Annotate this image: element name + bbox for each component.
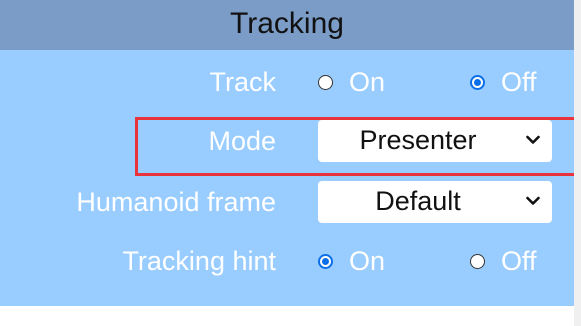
humanoid-frame-select[interactable]: Default bbox=[318, 181, 552, 223]
track-on-radio[interactable]: On bbox=[318, 67, 385, 98]
radio-checked-icon bbox=[318, 254, 333, 269]
radio-checked-icon bbox=[470, 75, 485, 90]
radio-unchecked-icon bbox=[318, 75, 333, 90]
track-on-label: On bbox=[349, 67, 386, 97]
track-off-radio[interactable]: Off bbox=[470, 67, 537, 98]
tracking-hint-label: Tracking hint bbox=[122, 246, 276, 276]
humanoid-frame-select-value: Default bbox=[375, 186, 461, 216]
bottom-strip bbox=[0, 306, 574, 326]
scrollbar[interactable] bbox=[574, 0, 581, 326]
track-label: Track bbox=[209, 67, 277, 97]
tracking-hint-off-radio[interactable]: Off bbox=[470, 246, 537, 277]
tracking-hint-on-label: On bbox=[349, 246, 386, 276]
humanoid-frame-label: Humanoid frame bbox=[76, 187, 276, 217]
panel-header: Tracking bbox=[0, 0, 574, 50]
radio-unchecked-icon bbox=[470, 254, 485, 269]
panel-title: Tracking bbox=[230, 7, 344, 40]
highlight-box bbox=[135, 117, 579, 176]
tracking-hint-on-radio[interactable]: On bbox=[318, 246, 385, 277]
tracking-hint-off-label: Off bbox=[501, 246, 537, 276]
chevron-down-icon bbox=[526, 196, 540, 205]
track-off-label: Off bbox=[501, 67, 537, 97]
